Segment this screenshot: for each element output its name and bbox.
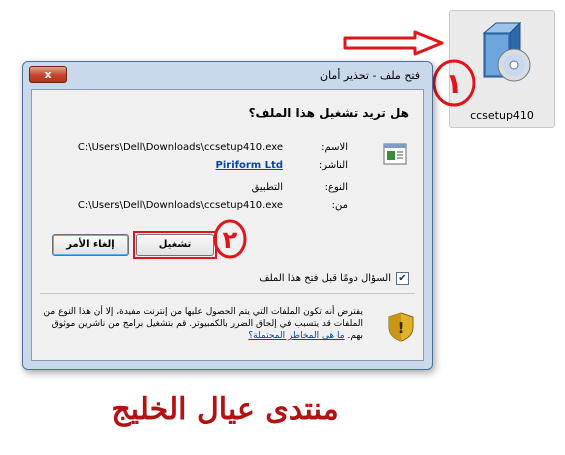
type-value: التطبيق: [251, 182, 283, 193]
cancel-button[interactable]: إلغاء الأمر: [52, 234, 129, 256]
forum-watermark: منتدى عيال الخليج: [111, 392, 339, 427]
dialog-title: فتح ملف - تحذير أمان: [320, 69, 420, 82]
file-name: ccsetup410: [470, 109, 534, 122]
from-label: من:: [331, 200, 348, 211]
arrow-right-icon: [343, 30, 444, 56]
name-label: الاسم:: [321, 142, 348, 153]
always-ask-checkbox[interactable]: ✔: [396, 272, 409, 285]
name-value: C:\Users\Dell\Downloads\ccsetup410.exe: [77, 142, 283, 153]
program-file-icon: [383, 143, 407, 165]
publisher-link[interactable]: Piriform Ltd: [216, 160, 283, 171]
run-question: هل تريد تشغيل هذا الملف؟: [248, 106, 409, 120]
type-label: النوع:: [324, 182, 348, 193]
security-shield-icon: !: [388, 312, 414, 342]
title-bar: x فتح ملف - تحذير أمان: [23, 62, 432, 89]
security-warning-dialog: x فتح ملف - تحذير أمان هل تريد تشغيل هذا…: [22, 61, 433, 370]
run-button-highlight: [133, 231, 217, 259]
risks-link[interactable]: ما هي المخاطر المحتملة؟: [248, 331, 344, 341]
svg-text:!: !: [398, 319, 405, 337]
installer-cd-icon: [482, 21, 531, 82]
annotation-one: ١: [432, 59, 476, 107]
from-value: C:\Users\Dell\Downloads\ccsetup410.exe: [77, 200, 283, 211]
close-button[interactable]: x: [29, 66, 67, 83]
svg-text:٢: ٢: [223, 226, 238, 254]
annotation-two: ٢: [213, 219, 247, 259]
svg-text:١: ١: [445, 67, 462, 100]
warning-message: يفترض أنه تكون الملفات التي يتم الحصول ع…: [42, 306, 363, 342]
always-ask-label: السؤال دومًا قبل فتح هذا الملف: [259, 273, 391, 284]
publisher-label: الناشر:: [318, 160, 348, 171]
separator: [40, 293, 415, 294]
always-ask-row: ✔ السؤال دومًا قبل فتح هذا الملف: [259, 272, 409, 285]
